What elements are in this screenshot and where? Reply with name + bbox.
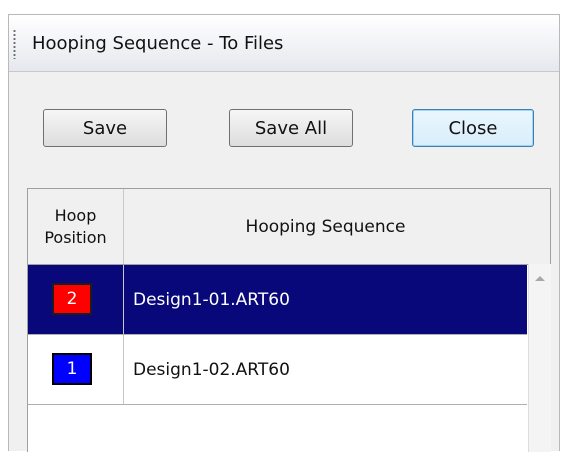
table-row[interactable]: 1 Design1-02.ART60 [28,335,527,405]
chevron-up-icon[interactable] [535,276,545,281]
column-header-hooping-sequence[interactable]: Hooping Sequence [124,189,527,264]
save-button[interactable]: Save [43,109,167,147]
file-name-cell: Design1-01.ART60 [133,289,290,310]
hoop-position-badge: 2 [52,283,92,315]
grip-dots-icon[interactable] [13,29,16,59]
hoop-position-badge: 1 [52,353,92,385]
hooping-sequence-panel: Hooping Sequence - To Files Save Save Al… [8,14,560,452]
file-name-cell: Design1-02.ART60 [133,359,290,380]
panel-titlebar: Hooping Sequence - To Files [9,15,559,72]
table-row[interactable]: 2 Design1-01.ART60 [28,265,527,335]
column-header-hoop-position[interactable]: Hoop Position [28,189,124,264]
table-header: Hoop Position Hooping Sequence [28,189,550,265]
panel-title: Hooping Sequence - To Files [32,33,284,54]
close-button[interactable]: Close [412,109,534,147]
hoop-position-cell: 2 [28,265,124,334]
save-all-button[interactable]: Save All [229,109,353,147]
hoop-position-cell: 1 [28,335,124,404]
hooping-sequence-table: Hoop Position Hooping Sequence 2 Design1… [27,188,551,452]
vertical-scrollbar[interactable] [528,264,551,452]
